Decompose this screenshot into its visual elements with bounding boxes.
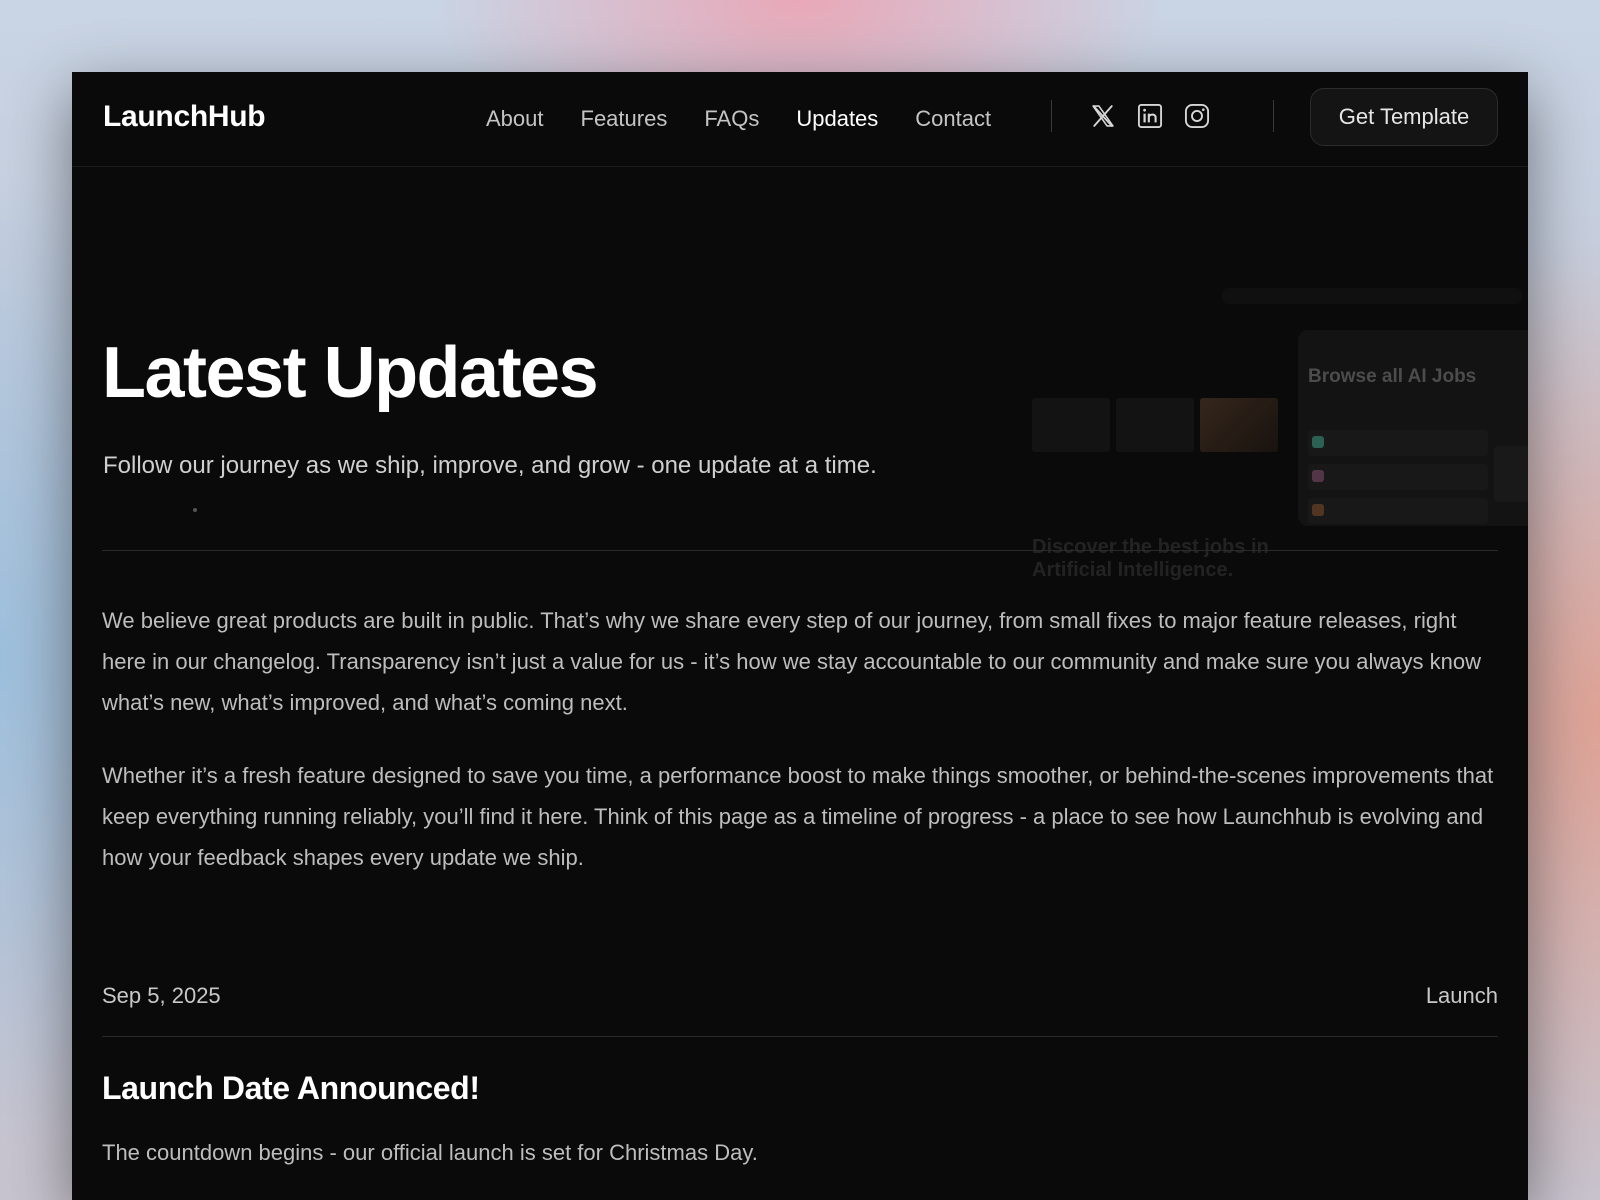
update-body: The countdown begins - our official laun… <box>102 1140 758 1165</box>
nav-link-faqs[interactable]: FAQs <box>704 106 759 132</box>
nav-link-contact[interactable]: Contact <box>915 106 991 132</box>
preview-tagline-line: Artificial Intelligence. <box>1032 559 1234 581</box>
intro-paragraph: Whether it’s a fresh feature designed to… <box>102 763 1494 870</box>
nav-divider <box>1273 100 1274 132</box>
get-template-button[interactable]: Get Template <box>1310 88 1498 146</box>
preview-thumb <box>1116 398 1194 452</box>
x-icon[interactable] <box>1089 102 1117 130</box>
main-nav: About Features FAQs Updates Contact <box>486 102 1028 136</box>
preview-thumb <box>1200 398 1278 452</box>
intro-paragraph: We believe great products are built in p… <box>102 608 1481 715</box>
preview-tagline-line: Discover the best jobs in <box>1032 536 1269 558</box>
preview-job-row <box>1308 464 1488 490</box>
preview-side-panel <box>1494 446 1528 502</box>
update-date: Sep 5, 2025 <box>102 983 221 1008</box>
brand-logo[interactable]: LaunchHub <box>103 100 266 134</box>
page-title: Latest Updates <box>102 333 599 413</box>
page-subtitle: Follow our journey as we ship, improve, … <box>103 452 877 479</box>
preview-nav-bar <box>1222 288 1522 304</box>
preview-tagline: Discover the best jobs in Artificial Int… <box>1032 536 1269 582</box>
preview-card-title: Browse all AI Jobs <box>1308 366 1477 387</box>
preview-thumb <box>1032 398 1110 452</box>
section-divider <box>102 550 1498 551</box>
decorative-dot <box>193 508 197 512</box>
nav-link-about[interactable]: About <box>486 106 544 132</box>
nav-link-updates[interactable]: Updates <box>796 106 878 132</box>
preview-card: Browse all AI Jobs <box>1298 330 1528 526</box>
page-window: LaunchHub About Features FAQs Updates Co… <box>72 72 1528 1200</box>
linkedin-icon[interactable] <box>1136 102 1164 130</box>
nav-divider <box>1051 100 1052 132</box>
update-tag: Launch <box>1425 983 1498 1008</box>
update-divider <box>102 1036 1498 1037</box>
nav-link-features[interactable]: Features <box>581 106 668 132</box>
site-header: LaunchHub About Features FAQs Updates Co… <box>72 72 1528 167</box>
update-title: Launch Date Announced! <box>102 1070 480 1106</box>
instagram-icon-glyph <box>1184 103 1210 129</box>
x-icon-glyph <box>1092 105 1114 127</box>
linkedin-icon-glyph <box>1137 103 1163 129</box>
instagram-icon[interactable] <box>1183 102 1211 130</box>
preview-thumbnails <box>1032 398 1284 452</box>
preview-job-row <box>1308 430 1488 456</box>
preview-job-row <box>1308 498 1488 524</box>
